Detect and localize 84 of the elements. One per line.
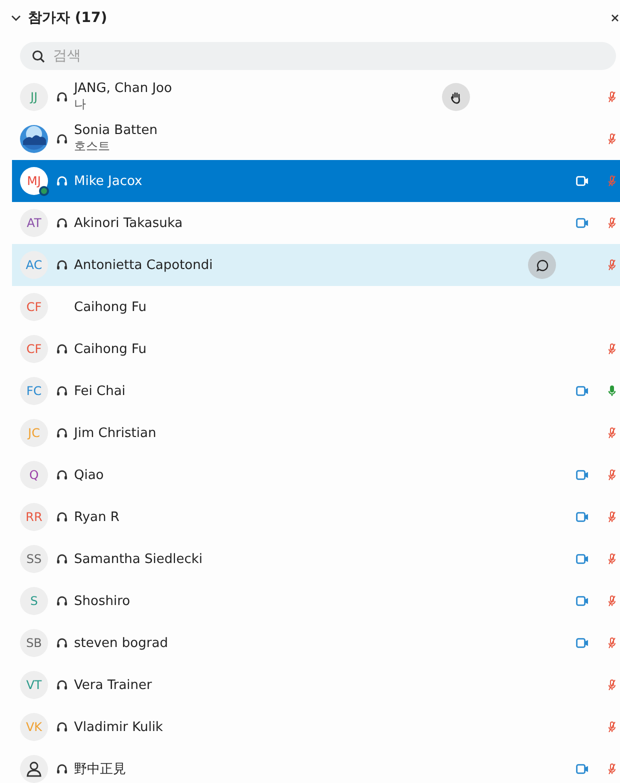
video-camera-icon[interactable] (576, 638, 588, 648)
participant-name: Vladimir Kulik (74, 720, 164, 734)
hand-icon (450, 90, 462, 104)
participant-name: 野中正見 (74, 761, 127, 778)
muted-microphone-icon[interactable] (608, 553, 616, 565)
video-camera-icon[interactable] (576, 470, 588, 480)
avatar-initials: RR (26, 510, 42, 524)
muted-microphone-icon[interactable] (608, 511, 616, 523)
participant-row[interactable]: S Shoshiro (12, 580, 620, 622)
muted-microphone-icon[interactable] (608, 91, 616, 103)
participant-row[interactable]: CF Caihong Fu (12, 286, 620, 328)
participant-row[interactable]: MJ Mike Jacox (12, 160, 620, 202)
video-camera-icon[interactable] (576, 554, 588, 564)
avatar-initials: S (30, 594, 38, 608)
avatar-initials: JJ (30, 90, 38, 104)
video-camera-icon[interactable] (576, 176, 588, 186)
participant-name: Antonietta Capotondi (74, 258, 214, 272)
close-icon[interactable] (611, 14, 619, 22)
muted-microphone-icon[interactable] (608, 469, 616, 481)
participant-name: Akinori Takasuka (74, 216, 184, 230)
participant-name: Caihong Fu (74, 342, 148, 356)
avatar-initials: Q (29, 468, 39, 482)
video-camera-icon[interactable] (576, 764, 588, 774)
participant-name: Vera Trainer (74, 678, 153, 692)
participant-name: Jim Christian (74, 426, 158, 440)
participant-name: Caihong Fu (74, 300, 148, 314)
search-field[interactable]: 검색 (20, 42, 616, 70)
participant-row[interactable]: JC Jim Christian (12, 412, 620, 454)
avatar-initials: VT (26, 678, 42, 692)
avatar-initials: CF (26, 342, 42, 356)
participant-role: 나 (74, 96, 87, 113)
avatar-initials: CF (26, 300, 42, 314)
participant-row[interactable]: AT Akinori Takasuka (12, 202, 620, 244)
muted-microphone-icon[interactable] (608, 427, 616, 439)
muted-microphone-icon[interactable] (608, 217, 616, 229)
video-camera-icon[interactable] (576, 218, 588, 228)
participant-row[interactable]: SB steven bograd (12, 622, 620, 664)
avatar-initials: JC (28, 426, 40, 440)
microphone-icon[interactable] (608, 385, 616, 397)
participant-row[interactable]: RR Ryan R (12, 496, 620, 538)
participant-name: Ryan R (74, 510, 120, 524)
participant-name: Sonia Batten (74, 123, 158, 138)
participant-name: Shoshiro (74, 594, 132, 608)
avatar-initials: AT (26, 216, 42, 230)
panel-title: 참가자 (17) (28, 9, 108, 27)
muted-microphone-icon[interactable] (608, 133, 616, 145)
participant-row[interactable]: SS Samantha Siedlecki (12, 538, 620, 580)
muted-microphone-icon[interactable] (608, 637, 616, 649)
search-icon (32, 50, 45, 63)
muted-microphone-icon[interactable] (608, 721, 616, 733)
avatar-initials: FC (26, 384, 42, 398)
person-icon (26, 761, 42, 777)
participant-name: JANG, Chan Joo (74, 81, 173, 96)
participant-row[interactable]: JJ JANG, Chan Joo 나 (12, 76, 620, 118)
chat-bubble-icon (536, 258, 548, 272)
avatar-initials: VK (26, 720, 42, 734)
video-camera-icon[interactable] (576, 596, 588, 606)
muted-microphone-icon[interactable] (608, 595, 616, 607)
muted-microphone-icon[interactable] (608, 259, 616, 271)
participant-name: Fei Chai (74, 384, 126, 398)
participant-row[interactable]: VT Vera Trainer (12, 664, 620, 706)
video-camera-icon[interactable] (576, 386, 588, 396)
avatar-initials: SS (26, 552, 42, 566)
muted-microphone-icon[interactable] (608, 343, 616, 355)
participant-row[interactable]: FC Fei Chai (12, 370, 620, 412)
chat-button[interactable] (528, 251, 556, 279)
participant-row[interactable]: Sonia Batten 호스트 (12, 118, 620, 160)
raised-hand-button[interactable] (442, 83, 470, 111)
participant-row[interactable]: Q Qiao (12, 454, 620, 496)
avatar-initials: SB (26, 636, 42, 650)
avatar-initials: AC (26, 258, 42, 272)
participant-name: Qiao (74, 468, 105, 482)
participant-row[interactable]: CF Caihong Fu (12, 328, 620, 370)
video-camera-icon[interactable] (576, 512, 588, 522)
muted-microphone-icon[interactable] (608, 679, 616, 691)
participant-name: Samantha Siedlecki (74, 552, 204, 566)
participant-row[interactable]: AC Antonietta Capotondi (12, 244, 620, 286)
muted-microphone-icon[interactable] (608, 763, 616, 775)
participant-name: Mike Jacox (74, 174, 144, 188)
avatar-initials: MJ (27, 174, 41, 188)
participant-row[interactable]: VK Vladimir Kulik (12, 706, 620, 748)
participant-role: 호스트 (74, 138, 111, 155)
participant-row[interactable]: 野中正見 (12, 748, 620, 783)
participant-name: steven bograd (74, 636, 169, 650)
